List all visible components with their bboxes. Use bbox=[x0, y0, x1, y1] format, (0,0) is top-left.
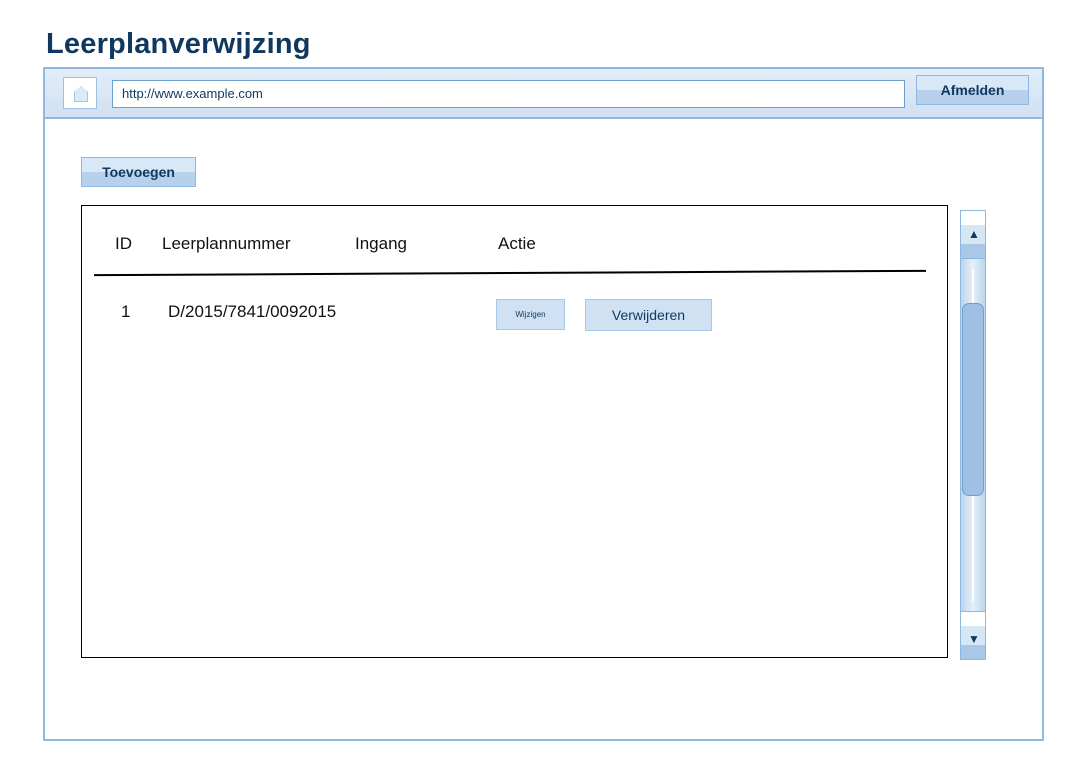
add-button[interactable]: Toevoegen bbox=[81, 157, 196, 187]
header-divider bbox=[94, 269, 926, 277]
column-header-leerplannummer: Leerplannummer bbox=[162, 234, 291, 253]
data-table: ID Leerplannummer Ingang Actie 1 D/2015/… bbox=[81, 205, 948, 658]
home-icon bbox=[74, 86, 88, 102]
browser-toolbar: http://www.example.com Afmelden bbox=[45, 69, 1042, 119]
column-header-ingang: Ingang bbox=[355, 234, 407, 253]
cell-id: 1 bbox=[121, 302, 131, 321]
arrow-down-icon: ▼ bbox=[968, 632, 980, 646]
column-header-id: ID bbox=[115, 234, 132, 253]
arrow-up-icon: ▲ bbox=[968, 227, 980, 241]
column-header-actie: Actie bbox=[498, 234, 536, 253]
scroll-up-button[interactable]: ▲ bbox=[961, 211, 985, 259]
logout-button[interactable]: Afmelden bbox=[916, 75, 1029, 105]
page-title: Leerplanverwijzing bbox=[46, 28, 311, 60]
delete-button[interactable]: Verwijderen bbox=[585, 299, 712, 331]
browser-window: http://www.example.com Afmelden Toevoege… bbox=[43, 67, 1044, 741]
scroll-thumb[interactable] bbox=[962, 303, 984, 496]
address-bar[interactable]: http://www.example.com bbox=[112, 80, 905, 108]
edit-button[interactable]: Wijzigen bbox=[496, 299, 565, 330]
cell-leerplannummer: D/2015/7841/0092015 bbox=[168, 302, 337, 321]
home-button[interactable] bbox=[63, 77, 97, 109]
scroll-down-button[interactable]: ▼ bbox=[961, 611, 985, 659]
vertical-scrollbar[interactable]: ▲ ▼ bbox=[960, 210, 986, 660]
